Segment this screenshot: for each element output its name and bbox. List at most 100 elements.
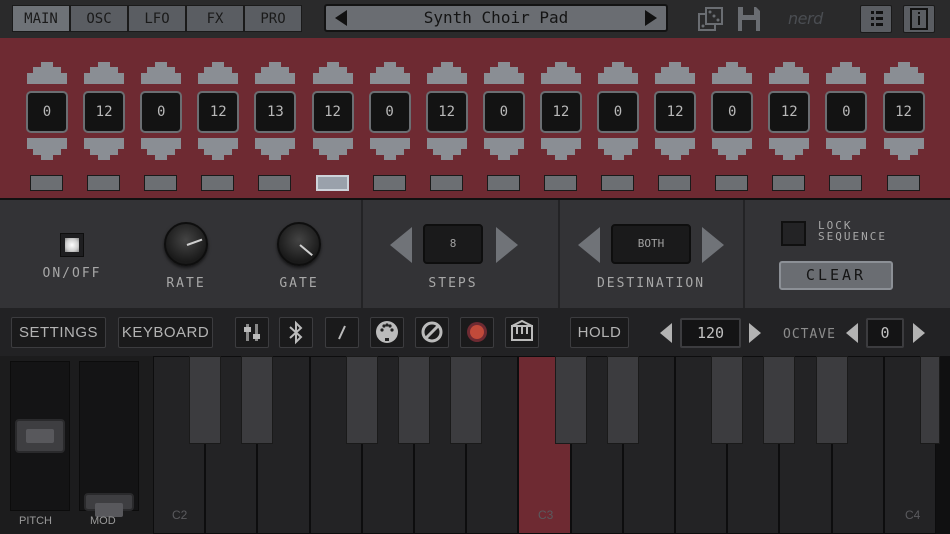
rate-knob[interactable] <box>164 222 208 266</box>
record-button[interactable] <box>460 317 494 348</box>
keyboard-view-button[interactable] <box>505 317 539 348</box>
destination-prev-icon[interactable] <box>576 225 602 265</box>
step-indicator[interactable] <box>486 175 520 191</box>
preset-name[interactable]: Synth Choir Pad <box>356 6 636 30</box>
step-up-arrow-icon[interactable] <box>255 62 296 84</box>
edit-button[interactable] <box>325 317 359 348</box>
black-key[interactable] <box>606 356 639 444</box>
step-down-arrow-icon[interactable] <box>369 138 410 160</box>
tab-lfo[interactable]: LFO <box>128 5 186 32</box>
step-down-arrow-icon[interactable] <box>712 138 753 160</box>
step-down-arrow-icon[interactable] <box>27 138 67 160</box>
step-down-arrow-icon[interactable] <box>769 138 810 160</box>
octave-value[interactable]: 0 <box>866 318 904 348</box>
step-indicator[interactable] <box>601 175 634 191</box>
tab-fx[interactable]: FX <box>186 5 244 32</box>
hold-button[interactable]: HOLD <box>570 317 629 348</box>
preset-selector[interactable]: Synth Choir Pad <box>324 4 668 32</box>
list-button[interactable] <box>860 5 892 33</box>
step-indicator[interactable] <box>772 175 806 191</box>
step-up-arrow-icon[interactable] <box>426 62 467 84</box>
step-up-arrow-icon[interactable] <box>598 62 638 84</box>
black-key[interactable] <box>189 356 222 444</box>
step-down-arrow-icon[interactable] <box>141 138 182 160</box>
step-up-arrow-icon[interactable] <box>198 62 239 84</box>
tab-pro[interactable]: PRO <box>244 5 302 32</box>
step-down-arrow-icon[interactable] <box>598 138 638 160</box>
save-icon[interactable] <box>737 6 761 32</box>
step-indicator[interactable] <box>372 175 406 191</box>
black-key[interactable] <box>450 356 483 444</box>
step-up-arrow-icon[interactable] <box>540 62 581 84</box>
step-indicator[interactable] <box>87 175 121 191</box>
mixer-button[interactable] <box>235 317 269 348</box>
step-down-arrow-icon[interactable] <box>883 138 924 160</box>
pitch-wheel-handle[interactable] <box>15 419 65 453</box>
step-down-arrow-icon[interactable] <box>540 138 581 160</box>
step-up-arrow-icon[interactable] <box>826 62 867 84</box>
octave-decrease-icon[interactable] <box>845 322 859 344</box>
midi-button[interactable] <box>370 317 404 348</box>
black-key[interactable] <box>763 356 796 444</box>
step-indicator[interactable] <box>315 175 349 191</box>
tab-main[interactable]: MAIN <box>12 5 70 32</box>
tempo-decrease-icon[interactable] <box>659 322 673 344</box>
tempo-value[interactable]: 120 <box>680 318 741 348</box>
mod-wheel-handle[interactable] <box>84 493 134 517</box>
step-indicator[interactable] <box>715 175 749 191</box>
step-indicator[interactable] <box>30 175 63 191</box>
panic-button[interactable] <box>415 317 449 348</box>
black-key[interactable] <box>815 356 848 444</box>
step-down-arrow-icon[interactable] <box>426 138 467 160</box>
step-indicator[interactable] <box>201 175 235 191</box>
black-key[interactable] <box>241 356 274 444</box>
step-indicator[interactable] <box>658 175 692 191</box>
black-key[interactable] <box>554 356 587 444</box>
step-down-arrow-icon[interactable] <box>826 138 867 160</box>
step-up-arrow-icon[interactable] <box>883 62 924 84</box>
step-down-arrow-icon[interactable] <box>312 138 353 160</box>
step-indicator[interactable] <box>144 175 178 191</box>
octave-increase-icon[interactable] <box>912 322 926 344</box>
step-indicator[interactable] <box>429 175 463 191</box>
onoff-toggle[interactable] <box>60 233 84 257</box>
steps-decrease-icon[interactable] <box>388 225 414 265</box>
left-arrow-icon[interactable] <box>335 10 347 26</box>
step-indicator[interactable] <box>886 175 920 191</box>
tab-osc[interactable]: OSC <box>70 5 128 32</box>
tempo-increase-icon[interactable] <box>748 322 762 344</box>
step-up-arrow-icon[interactable] <box>655 62 696 84</box>
dice-icon[interactable] <box>698 6 724 32</box>
black-key[interactable] <box>345 356 378 444</box>
step-up-arrow-icon[interactable] <box>312 62 353 84</box>
keyboard-button[interactable]: KEYBOARD <box>118 317 213 348</box>
step-up-arrow-icon[interactable] <box>483 62 524 84</box>
step-down-arrow-icon[interactable] <box>84 138 125 160</box>
mod-wheel[interactable] <box>79 361 139 511</box>
black-key[interactable] <box>711 356 744 444</box>
step-indicator[interactable] <box>258 175 292 191</box>
lock-sequence-checkbox[interactable] <box>781 221 806 246</box>
step-up-arrow-icon[interactable] <box>369 62 410 84</box>
info-button[interactable] <box>903 5 935 33</box>
black-key[interactable] <box>398 356 430 444</box>
step-up-arrow-icon[interactable] <box>769 62 810 84</box>
bluetooth-button[interactable] <box>279 317 313 348</box>
step-up-arrow-icon[interactable] <box>84 62 125 84</box>
step-up-arrow-icon[interactable] <box>141 62 182 84</box>
step-indicator[interactable] <box>543 175 577 191</box>
step-down-arrow-icon[interactable] <box>655 138 696 160</box>
step-up-arrow-icon[interactable] <box>27 62 67 84</box>
step-up-arrow-icon[interactable] <box>712 62 753 84</box>
destination-next-icon[interactable] <box>700 225 726 265</box>
step-down-arrow-icon[interactable] <box>198 138 239 160</box>
black-key[interactable] <box>920 356 940 444</box>
step-down-arrow-icon[interactable] <box>255 138 296 160</box>
step-down-arrow-icon[interactable] <box>483 138 524 160</box>
steps-increase-icon[interactable] <box>494 225 520 265</box>
clear-button[interactable]: CLEAR <box>779 261 893 290</box>
gate-knob[interactable] <box>277 222 321 266</box>
step-indicator[interactable] <box>829 175 863 191</box>
settings-button[interactable]: SETTINGS <box>11 317 106 348</box>
right-arrow-icon[interactable] <box>645 10 657 26</box>
